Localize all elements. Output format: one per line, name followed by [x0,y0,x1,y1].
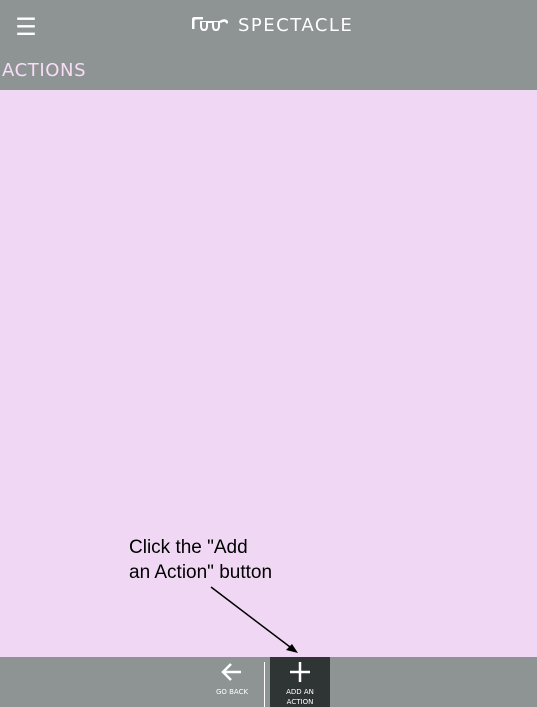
nav-divider [264,662,265,707]
plus-icon [289,657,311,687]
go-back-label: GO BACK [215,688,249,696]
add-action-label: ADD AN ACTION [286,688,314,706]
app-screen: ☰ SPECTACLE ACTIONS Click the "Add an Ac… [0,0,537,707]
arrow-left-icon [221,657,243,687]
go-back-button[interactable]: GO BACK [206,657,258,707]
bottom-bar: GO BACK ADD AN ACTION [0,657,537,707]
add-action-button[interactable]: ADD AN ACTION [270,657,330,707]
callout-arrow-icon [210,586,298,653]
